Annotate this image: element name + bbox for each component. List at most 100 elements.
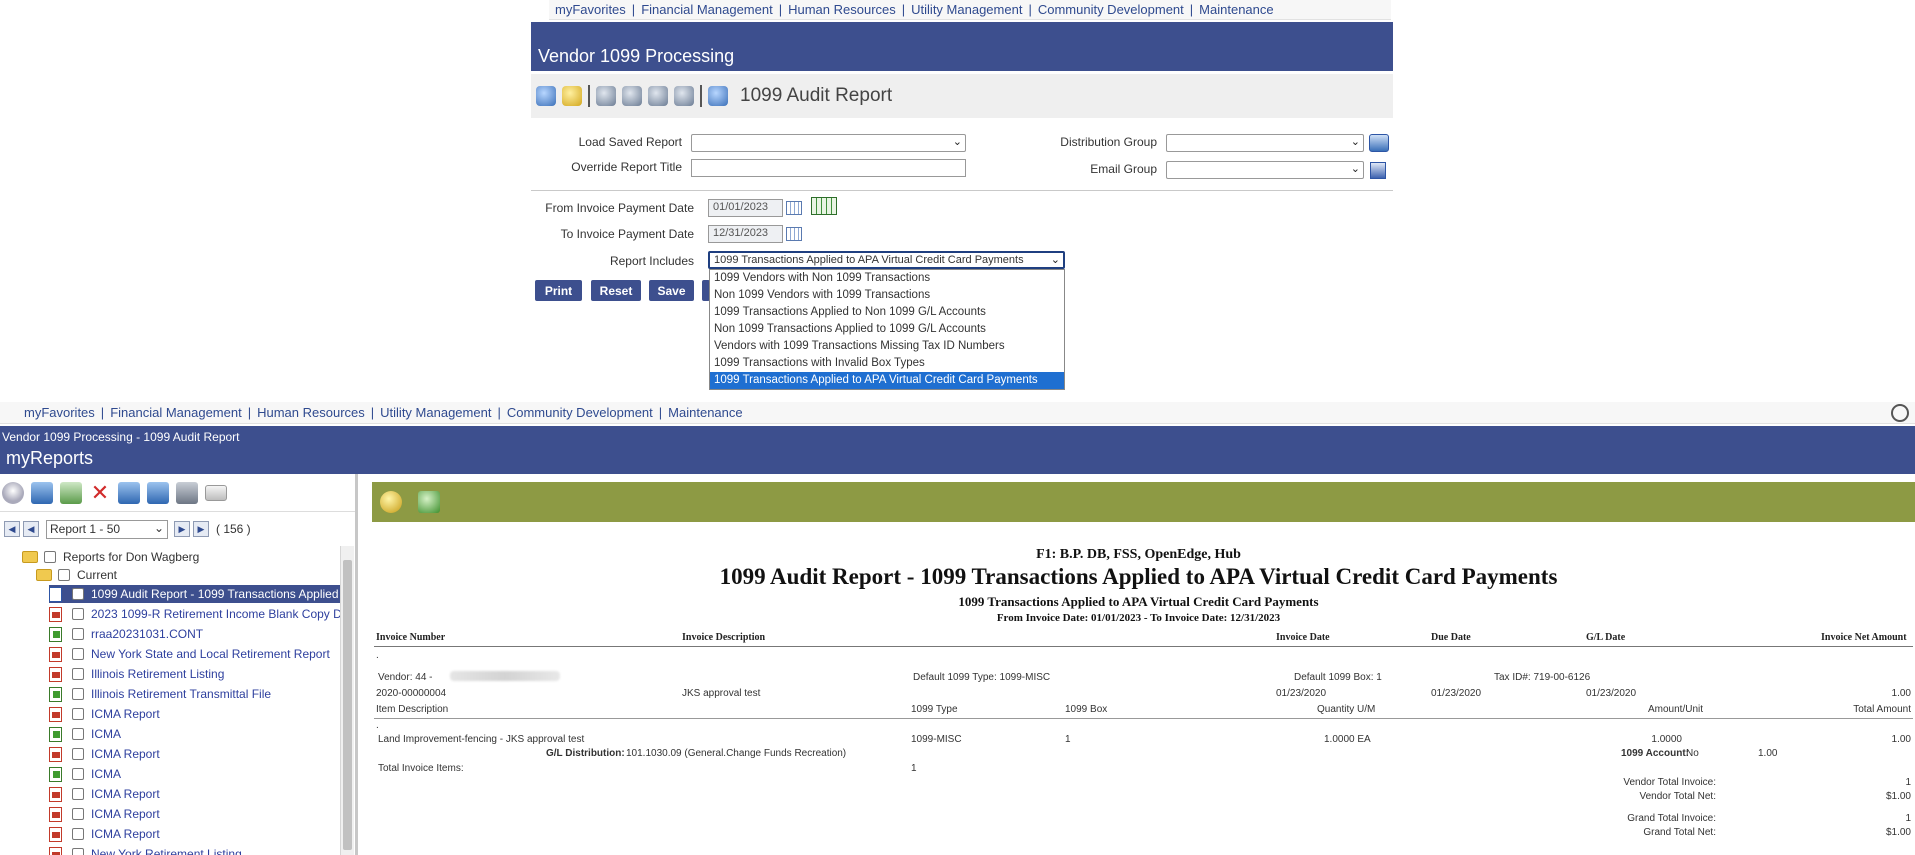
- nav-utility-management[interactable]: Utility Management: [905, 2, 1028, 17]
- tree-item[interactable]: ICMA Report: [49, 745, 160, 763]
- tree-item[interactable]: New York State and Local Retirement Repo…: [49, 645, 330, 663]
- find-icon[interactable]: [2, 481, 24, 504]
- tree-item-label: ICMA: [91, 727, 121, 741]
- filter-icon[interactable]: [596, 86, 616, 106]
- calendar-icon[interactable]: [786, 227, 802, 241]
- refresh-icon[interactable]: [147, 481, 169, 504]
- refresh-report-icon[interactable]: [380, 491, 402, 513]
- tree-checkbox[interactable]: [72, 768, 84, 780]
- copy-icon[interactable]: [622, 86, 642, 106]
- tree-checkbox[interactable]: [72, 608, 84, 620]
- to-date-input[interactable]: 12/31/2023: [708, 225, 783, 243]
- nav-utility-management[interactable]: Utility Management: [374, 405, 497, 420]
- tree-item[interactable]: ICMA Report: [49, 825, 160, 843]
- tree-item[interactable]: Illinois Retirement Transmittal File: [49, 685, 271, 703]
- nav-human-resources[interactable]: Human Resources: [251, 405, 371, 420]
- tree-scrollbar[interactable]: [340, 546, 354, 855]
- last-page-icon[interactable]: ▶: [193, 521, 209, 537]
- tree-checkbox[interactable]: [58, 569, 70, 581]
- tree-item[interactable]: ICMA Report: [49, 785, 160, 803]
- option-virtual-credit-card[interactable]: 1099 Transactions Applied to APA Virtual…: [710, 372, 1064, 389]
- tree-checkbox[interactable]: [72, 688, 84, 700]
- list-icon[interactable]: [60, 481, 82, 504]
- delete-icon[interactable]: ✕: [89, 481, 111, 504]
- option-non-1099-vendors[interactable]: Non 1099 Vendors with 1099 Transactions: [710, 287, 1064, 304]
- load-saved-report-select[interactable]: ⌄: [691, 134, 966, 152]
- save-button[interactable]: Save: [649, 280, 694, 301]
- tree-checkbox[interactable]: [72, 808, 84, 820]
- pdf-icon: [49, 666, 62, 682]
- tree-checkbox[interactable]: [72, 648, 84, 660]
- view-group-icon[interactable]: [1369, 134, 1389, 152]
- tree-item-audit-report[interactable]: 1099 Audit Report - 1099 Transactions Ap…: [49, 585, 340, 603]
- edit-email-group-icon[interactable]: [1370, 162, 1386, 179]
- from-date-input[interactable]: 01/01/2023: [708, 199, 783, 217]
- globe-icon[interactable]: [536, 86, 556, 106]
- email-group-select[interactable]: ⌄: [1166, 161, 1364, 179]
- reset-button[interactable]: Reset: [591, 280, 641, 301]
- first-page-icon[interactable]: ◀: [4, 521, 20, 537]
- item-header-box: 1099 Box: [1065, 704, 1108, 715]
- email-icon[interactable]: [205, 484, 227, 501]
- prev-page-icon[interactable]: ◀: [23, 521, 39, 537]
- tree-checkbox[interactable]: [72, 748, 84, 760]
- tree-checkbox[interactable]: [72, 828, 84, 840]
- tree-checkbox[interactable]: [72, 788, 84, 800]
- nav-maintenance[interactable]: Maintenance: [662, 405, 748, 420]
- tree-root-label: Reports for Don Wagberg: [63, 550, 200, 564]
- tree-item[interactable]: ICMA Report: [49, 805, 160, 823]
- scrollbar-thumb[interactable]: [343, 560, 352, 850]
- tree-checkbox[interactable]: [44, 551, 56, 563]
- stack-icon[interactable]: [648, 86, 668, 106]
- print-button[interactable]: Print: [535, 280, 582, 301]
- print-icon[interactable]: [176, 481, 198, 504]
- tree-item[interactable]: Illinois Retirement Listing: [49, 665, 224, 683]
- tree-item[interactable]: 2023 1099-R Retirement Income Blank Copy…: [49, 605, 340, 623]
- export-excel-icon[interactable]: [418, 491, 440, 513]
- move-icon[interactable]: [118, 481, 140, 504]
- page-banner: Vendor 1099 Processing - 1099 Audit Repo…: [0, 426, 1915, 474]
- tree-checkbox[interactable]: [72, 668, 84, 680]
- tree-item[interactable]: ICMA: [49, 725, 121, 743]
- tree-checkbox[interactable]: [72, 588, 84, 600]
- tree-checkbox[interactable]: [72, 628, 84, 640]
- option-missing-tax-id[interactable]: Vendors with 1099 Transactions Missing T…: [710, 338, 1064, 355]
- tree-item[interactable]: ICMA Report: [49, 705, 160, 723]
- back-icon[interactable]: [31, 481, 53, 504]
- tree-folder-current[interactable]: Current: [36, 566, 117, 584]
- report-includes-select[interactable]: 1099 Transactions Applied to APA Virtual…: [708, 251, 1065, 269]
- page-range-select[interactable]: Report 1 - 50 ⌄: [46, 519, 168, 539]
- total-items-value: 1: [911, 763, 917, 774]
- settings-icon[interactable]: [674, 86, 694, 106]
- tree-item[interactable]: ICMA: [49, 765, 121, 783]
- export-icon: [49, 626, 62, 642]
- override-title-input[interactable]: [691, 159, 966, 177]
- tree-checkbox[interactable]: [72, 848, 84, 855]
- next-page-icon[interactable]: ▶: [174, 521, 190, 537]
- nav-community-development[interactable]: Community Development: [1032, 2, 1190, 17]
- distribution-group-select[interactable]: ⌄: [1166, 134, 1364, 152]
- tree-checkbox[interactable]: [72, 728, 84, 740]
- tree-checkbox[interactable]: [72, 708, 84, 720]
- tree-item[interactable]: rraa20231031.CONT: [49, 625, 203, 643]
- search-icon[interactable]: [1891, 404, 1909, 422]
- calendar-icon[interactable]: [786, 201, 802, 215]
- nav-myfavorites[interactable]: myFavorites: [18, 405, 101, 420]
- refresh-icon[interactable]: [562, 86, 582, 106]
- nav-myfavorites[interactable]: myFavorites: [549, 2, 632, 17]
- header-gl-date: G/L Date: [1586, 632, 1626, 643]
- nav-community-development[interactable]: Community Development: [501, 405, 659, 420]
- report-includes-options[interactable]: 1099 Vendors with Non 1099 Transactions …: [709, 269, 1065, 390]
- tree-root[interactable]: Reports for Don Wagberg: [22, 548, 199, 566]
- nav-maintenance[interactable]: Maintenance: [1193, 2, 1279, 17]
- nav-human-resources[interactable]: Human Resources: [782, 2, 902, 17]
- tree-item-label: ICMA Report: [91, 807, 160, 821]
- nav-financial-management[interactable]: Financial Management: [104, 405, 248, 420]
- spreadsheet-icon[interactable]: [811, 197, 837, 215]
- nav-financial-management[interactable]: Financial Management: [635, 2, 779, 17]
- tree-item[interactable]: New York Retirement Listing: [49, 845, 242, 855]
- option-vendors-non-1099[interactable]: 1099 Vendors with Non 1099 Transactions: [710, 270, 1064, 287]
- option-non-1099-gl[interactable]: 1099 Transactions Applied to Non 1099 G/…: [710, 304, 1064, 321]
- option-1099-gl[interactable]: Non 1099 Transactions Applied to 1099 G/…: [710, 321, 1064, 338]
- option-invalid-box[interactable]: 1099 Transactions with Invalid Box Types: [710, 355, 1064, 372]
